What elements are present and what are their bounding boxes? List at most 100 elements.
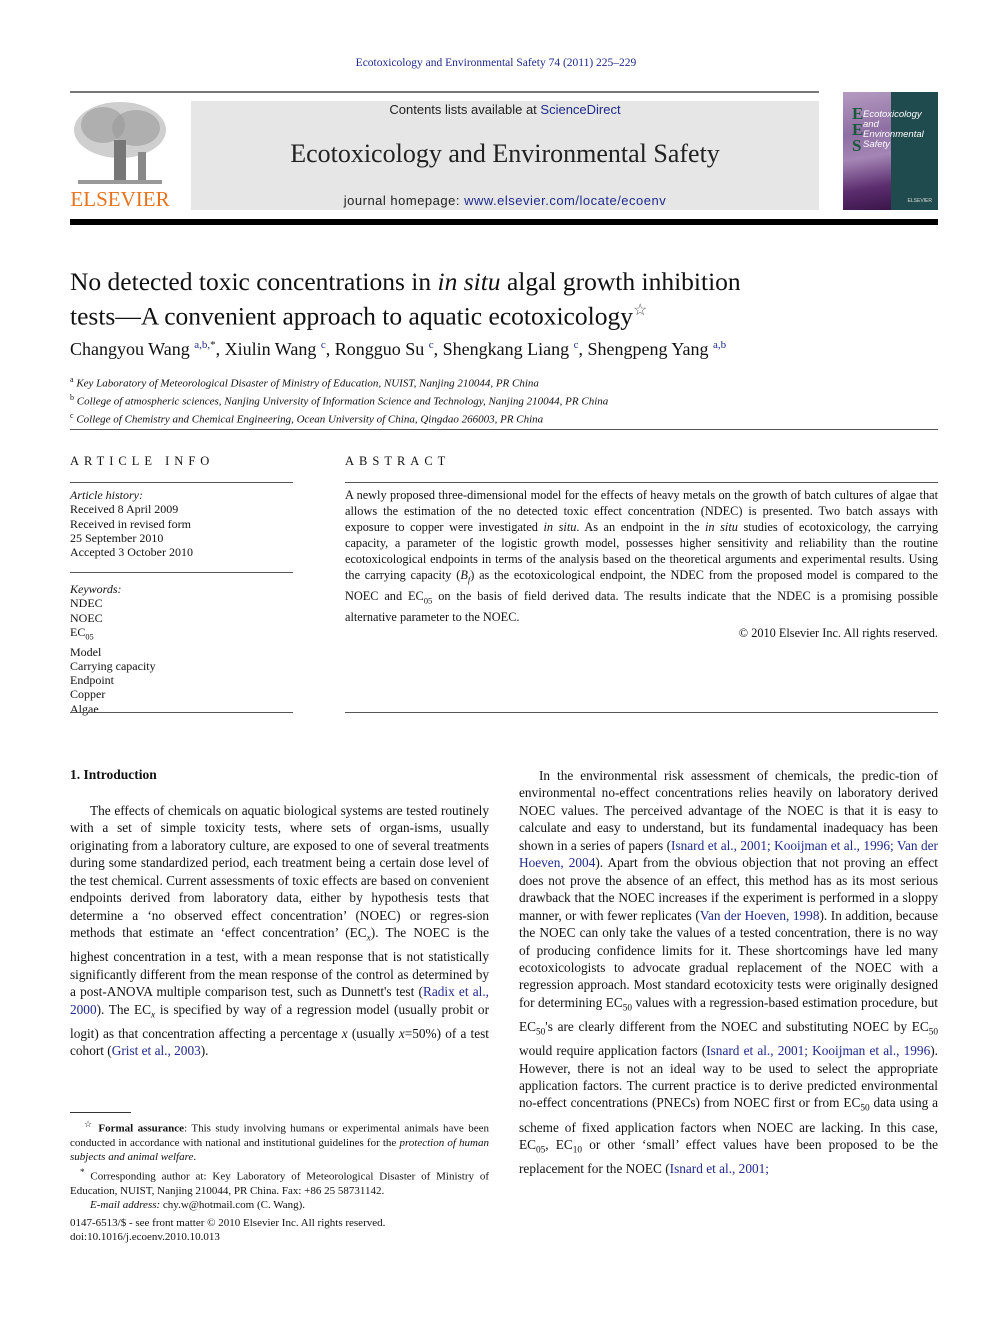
subscript: 05 <box>536 1145 546 1156</box>
keyword: NOEC <box>70 610 103 625</box>
contents-line: Contents lists available at ScienceDirec… <box>191 102 819 117</box>
affiliation: a Key Laboratory of Meteorological Disas… <box>70 373 938 391</box>
homepage-prefix: journal homepage: <box>343 193 465 208</box>
affiliation: c College of Chemistry and Chemical Engi… <box>70 409 938 427</box>
subscript: 50 <box>928 1027 938 1038</box>
article-info-heading: ARTICLE INFO <box>70 454 215 468</box>
citation-link[interactable]: Isnard et al., 2001; Kooijman et al., 19… <box>706 1043 930 1058</box>
title-text: algal growth inhibition <box>500 267 741 296</box>
footnote-email: E-mail address: chy.w@hotmail.com (C. Wa… <box>70 1198 489 1212</box>
contents-prefix: Contents lists available at <box>389 102 541 117</box>
email-address[interactable]: chy.w@hotmail.com (C. Wang). <box>160 1199 305 1211</box>
paragraph: The effects of chemicals on aquatic biol… <box>70 802 489 1060</box>
citation-link[interactable]: Grist et al., 2003 <box>112 1043 201 1058</box>
author: Rongguo Su c <box>335 339 434 359</box>
author-name: Shengkang Liang <box>442 339 570 359</box>
subscript: 50 <box>622 1003 632 1014</box>
author: Changyou Wang a,b,* <box>70 339 216 359</box>
corresponding-mark[interactable]: * <box>210 339 216 351</box>
cover-letter: S <box>852 136 862 155</box>
keyword: Algae <box>70 701 99 716</box>
footnote-mark: ☆ <box>84 1119 94 1129</box>
body-text: 's are clearly different from the NOEC a… <box>545 1019 929 1034</box>
footnote-text: Corresponding author at: Key Laboratory … <box>70 1170 489 1197</box>
elsevier-logo[interactable]: ELSEVIER <box>68 100 172 212</box>
affiliation-letter: a <box>70 375 74 384</box>
journal-name: Ecotoxicology and Environmental Safety <box>290 139 720 168</box>
divider <box>70 429 938 430</box>
body-text: (usually <box>347 1025 399 1041</box>
keyword: NDEC <box>70 596 103 611</box>
subscript: 50 <box>860 1104 870 1115</box>
author: Shengpeng Yang a,b <box>588 339 727 359</box>
subscript: 10 <box>572 1145 583 1156</box>
footnote-formal-assurance: ☆ Formal assurance: This study involving… <box>70 1117 489 1165</box>
history-item: Accepted 3 October 2010 <box>70 545 193 560</box>
masthead-thick-rule <box>70 219 938 225</box>
front-matter-text: 0147-6513/$ - see front matter © 2010 El… <box>70 1217 386 1229</box>
affiliation-mark[interactable]: c <box>429 339 434 351</box>
citation-link[interactable]: Van der Hoeven, 1998 <box>700 908 820 923</box>
author-name: Xiulin Wang <box>224 339 317 359</box>
homepage-line: journal homepage: www.elsevier.com/locat… <box>191 193 819 208</box>
cover-title: Ecotoxicology and Environmental Safety <box>863 110 924 150</box>
divider <box>70 712 293 713</box>
intro-left-column: The effects of chemicals on aquatic biol… <box>70 802 489 1060</box>
front-matter: 0147-6513/$ - see front matter © 2010 El… <box>70 1216 530 1245</box>
running-head[interactable]: Ecotoxicology and Environmental Safety 7… <box>0 57 992 69</box>
journal-cover[interactable]: E E S Ecotoxicology and Environmental Sa… <box>843 92 938 210</box>
title-italic: in situ <box>437 267 501 296</box>
abstract-body: A newly proposed three-dimensional model… <box>345 487 938 641</box>
affiliation-text: Key Laboratory of Meteorological Disaste… <box>76 377 539 390</box>
history-item: Received in revised form <box>70 516 191 531</box>
cover-publisher: ELSEVIER <box>907 198 932 204</box>
homepage-link[interactable]: www.elsevier.com/locate/ecoenv <box>464 193 666 208</box>
footnotes: ☆ Formal assurance: This study involving… <box>70 1117 489 1212</box>
abstract-italic: in situ <box>705 520 738 535</box>
affiliation-letter: b <box>70 393 74 403</box>
history-item: Received 8 April 2009 <box>70 502 179 517</box>
elsevier-wordmark: ELSEVIER <box>70 187 170 211</box>
divider <box>345 712 938 713</box>
doi[interactable]: doi:10.1016/j.ecoenv.2010.10.013 <box>70 1230 530 1244</box>
sciencedirect-link[interactable]: ScienceDirect <box>540 102 620 117</box>
affiliations: a Key Laboratory of Meteorological Disas… <box>70 373 938 427</box>
affiliation: b College of atmospheric sciences, Nanji… <box>70 391 938 409</box>
keyword: EC05 <box>70 624 94 642</box>
cover-title-line: Safety <box>863 139 890 150</box>
keywords: Keywords: NDEC NOEC EC05 Model Carrying … <box>70 582 293 716</box>
journal-masthead: Contents lists available at ScienceDirec… <box>191 101 819 210</box>
article-title: No detected toxic concentrations in in s… <box>70 267 850 331</box>
abstract-heading: ABSTRACT <box>345 454 451 468</box>
history-item: 25 September 2010 <box>70 530 164 545</box>
footnote-rule <box>70 1112 131 1113</box>
body-text: ). The EC <box>96 1001 152 1017</box>
divider <box>70 572 293 573</box>
author-name: Rongguo Su <box>334 339 425 359</box>
subscript: 50 <box>536 1027 546 1038</box>
affiliation-mark[interactable]: c <box>321 339 326 351</box>
section-heading-introduction: 1. Introduction <box>70 767 157 782</box>
title-text: tests—A convenient approach to aquatic e… <box>70 301 633 331</box>
intro-right-column: In the environmental risk assessment of … <box>519 767 938 1178</box>
author: Shengkang Liang c <box>443 339 579 359</box>
email-label: E-mail address: <box>90 1198 161 1211</box>
keyword: Endpoint <box>70 673 114 688</box>
author-name: Shengpeng Yang <box>587 339 709 359</box>
affiliation-letter: c <box>70 411 74 421</box>
abstract-text: on the basis of field derived data. The … <box>345 589 939 624</box>
title-footnote-mark[interactable]: ☆ <box>633 302 647 319</box>
footnote-corresponding: * Corresponding author at: Key Laborator… <box>70 1165 489 1198</box>
affiliation-mark[interactable]: a,b <box>713 339 726 351</box>
body-text: would require application factors ( <box>519 1043 707 1059</box>
affiliation-mark[interactable]: a,b, <box>194 339 210 351</box>
citation-link[interactable]: Isnard et al., 2001; <box>670 1161 769 1176</box>
header-rule <box>70 91 819 93</box>
keyword: Carrying capacity <box>70 658 156 673</box>
body-text: , EC <box>545 1137 573 1153</box>
affiliation-text: College of Chemistry and Chemical Engine… <box>76 413 544 426</box>
divider <box>345 482 938 483</box>
keyword-subscript: 05 <box>85 632 94 642</box>
affiliation-mark[interactable]: c <box>574 339 579 351</box>
keyword: Copper <box>70 687 106 702</box>
